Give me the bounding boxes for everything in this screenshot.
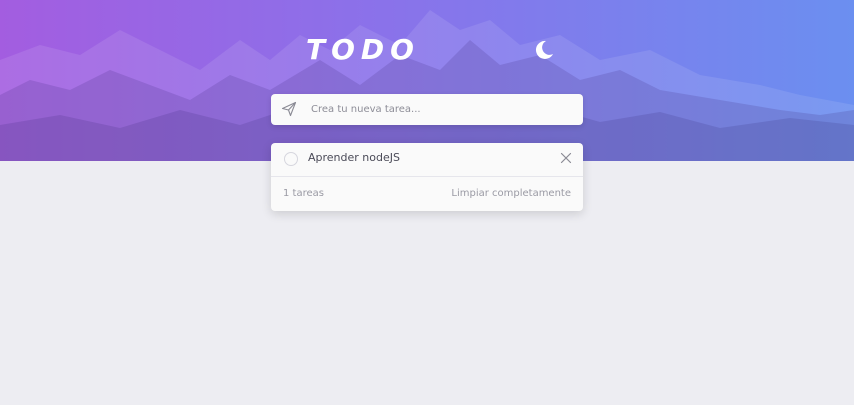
new-task-input[interactable]: [311, 100, 571, 119]
todo-list: Aprender nodeJS 1 tareas Limpiar complet…: [271, 143, 583, 211]
clear-all-button[interactable]: Limpiar completamente: [451, 188, 571, 200]
send-icon[interactable]: [281, 101, 297, 117]
moon-icon: [535, 40, 553, 59]
close-icon[interactable]: [560, 152, 572, 164]
app-title: TODO: [306, 33, 420, 66]
task-count: 1 tareas: [283, 188, 324, 199]
new-task-form: [271, 94, 583, 125]
todo-item-text: Aprender nodeJS: [308, 151, 400, 164]
list-item: Aprender nodeJS: [271, 143, 583, 177]
complete-checkbox[interactable]: [284, 152, 298, 166]
header-banner: [0, 0, 854, 161]
mountain-background-image: [0, 10, 854, 161]
todo-footer: 1 tareas Limpiar completamente: [271, 177, 583, 211]
theme-toggle-button[interactable]: [533, 39, 555, 61]
